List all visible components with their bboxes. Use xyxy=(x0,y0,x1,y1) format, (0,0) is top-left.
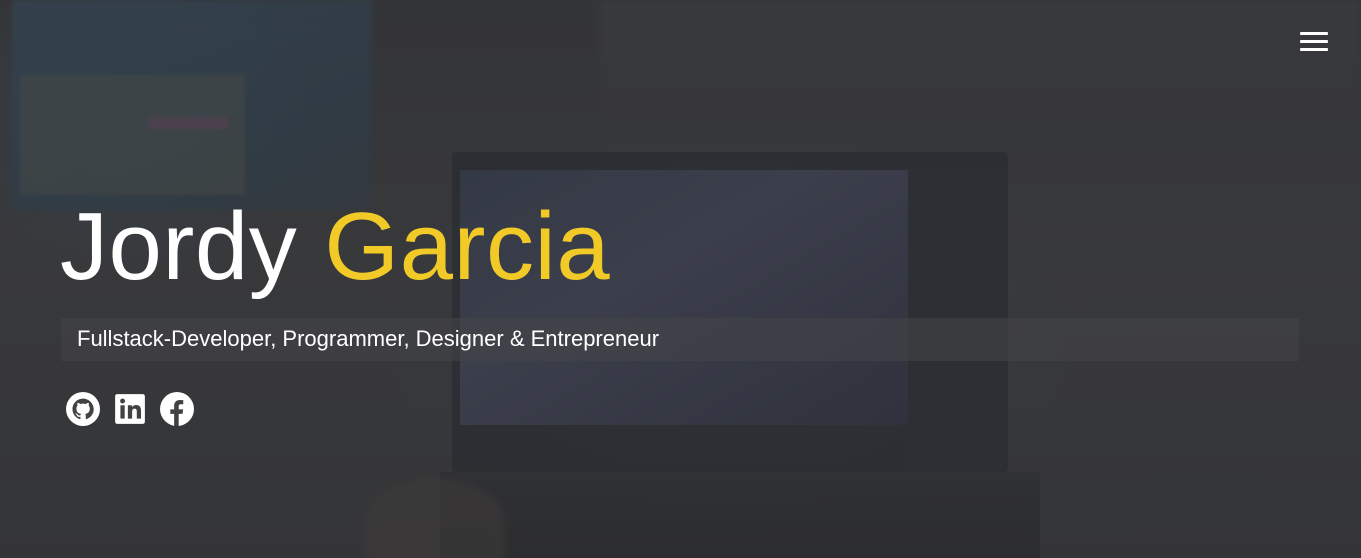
facebook-link[interactable] xyxy=(160,392,194,426)
menu-bar-top xyxy=(1300,32,1328,35)
github-icon xyxy=(66,392,100,426)
menu-bar-middle xyxy=(1300,40,1328,43)
hero-tagline: Fullstack-Developer, Programmer, Designe… xyxy=(77,326,660,351)
hero-section: Jordy Garcia Fullstack-Developer, Progra… xyxy=(0,0,1361,558)
tagline-banner: Fullstack-Developer, Programmer, Designe… xyxy=(61,318,1299,361)
menu-bar-bottom xyxy=(1300,48,1328,51)
facebook-icon xyxy=(160,392,194,426)
linkedin-icon xyxy=(115,394,145,424)
hero-last-name: Garcia xyxy=(324,193,611,300)
hero-title: Jordy Garcia xyxy=(60,192,610,302)
hamburger-menu-icon[interactable] xyxy=(1294,28,1334,56)
hero-first-name: Jordy xyxy=(60,193,298,300)
github-link[interactable] xyxy=(66,392,100,426)
linkedin-link[interactable] xyxy=(113,392,147,426)
social-links xyxy=(66,392,207,426)
